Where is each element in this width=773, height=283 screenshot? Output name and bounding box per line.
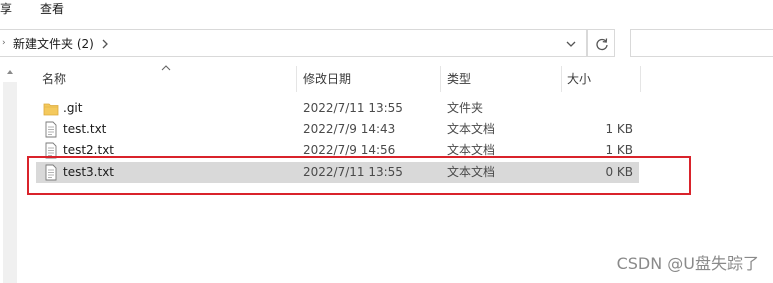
ribbon-tab-share[interactable]: 享 <box>0 1 12 17</box>
watermark-text: CSDN @U盘失踪了 <box>616 254 759 273</box>
column-header-date[interactable]: 修改日期 <box>303 64 351 94</box>
file-name: .git <box>63 101 83 115</box>
file-row[interactable]: test.txt 2022/7/9 14:43 文本文档 1 KB <box>36 119 639 140</box>
sort-ascending-icon <box>161 65 171 71</box>
file-type: 文件夹 <box>447 101 484 115</box>
folder-icon <box>43 103 59 116</box>
text-file-icon <box>45 121 57 138</box>
ribbon-tabs: 享 查看 <box>0 0 773 20</box>
refresh-icon <box>596 38 608 51</box>
column-header-type[interactable]: 类型 <box>447 64 471 94</box>
column-header-name[interactable]: 名称 <box>42 64 66 94</box>
breadcrumb-current-folder[interactable]: 新建文件夹 (2) <box>13 36 94 52</box>
breadcrumb-overflow-icon[interactable]: › <box>2 38 8 48</box>
column-separator[interactable] <box>440 66 441 92</box>
navigation-pane-scrollbar[interactable] <box>0 64 20 283</box>
refresh-button[interactable] <box>587 29 615 57</box>
scrollbar-thumb[interactable] <box>3 82 17 283</box>
chevron-right-icon[interactable] <box>100 37 110 51</box>
address-row: › 新建文件夹 (2) <box>0 26 773 60</box>
column-separator[interactable] <box>296 66 297 92</box>
column-separator[interactable] <box>561 66 562 92</box>
file-type: 文本文档 <box>447 122 496 136</box>
file-size <box>573 98 633 119</box>
ribbon-tab-view[interactable]: 查看 <box>40 1 64 17</box>
column-header-size[interactable]: 大小 <box>567 64 591 94</box>
file-row[interactable]: .git 2022/7/11 13:55 文件夹 <box>36 98 639 119</box>
file-size: 1 KB <box>605 122 633 136</box>
search-input[interactable] <box>630 29 773 57</box>
file-date: 2022/7/9 14:43 <box>303 122 396 136</box>
file-date: 2022/7/11 13:55 <box>303 101 403 115</box>
scroll-up-icon[interactable] <box>6 68 14 76</box>
highlight-annotation-box <box>27 156 691 195</box>
column-separator[interactable] <box>640 66 641 92</box>
file-name: test.txt <box>63 122 107 136</box>
chevron-down-icon[interactable] <box>560 34 582 54</box>
address-bar[interactable]: › 新建文件夹 (2) <box>0 29 587 57</box>
